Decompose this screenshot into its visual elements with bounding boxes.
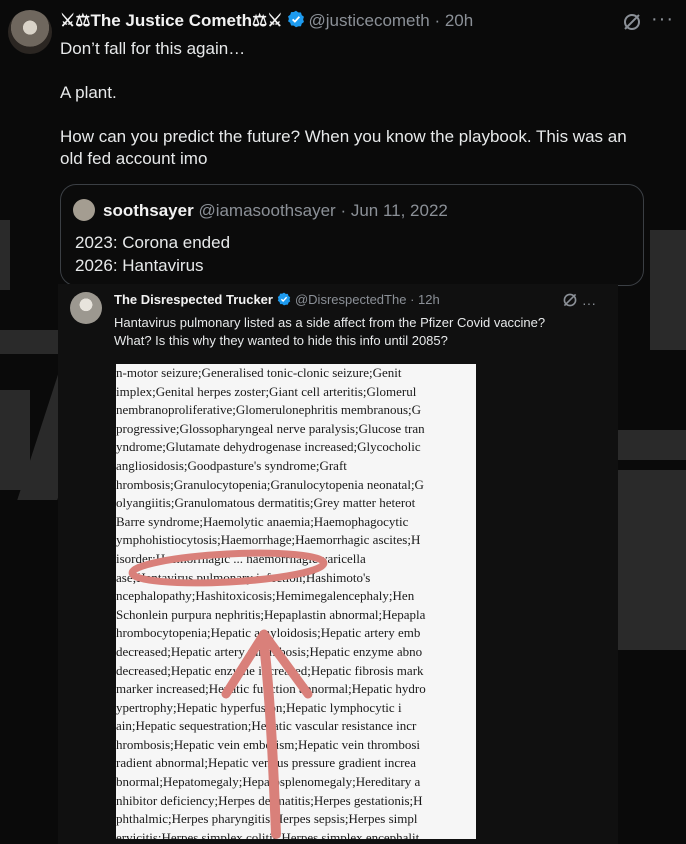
user-handle: @iamasoothsayer [198,201,336,220]
quoted-header: soothsayer @iamasoothsayer · Jun 11, 202… [103,201,448,221]
display-name: soothsayer [103,201,194,220]
document-line: ain;Hepatic sequestration;Hepatic vascul… [116,718,417,734]
user-handle[interactable]: @justicecometh [309,11,430,30]
more-icon[interactable]: ··· [651,8,674,31]
quoted-post[interactable]: soothsayer @iamasoothsayer · Jun 11, 202… [60,184,644,286]
grok-icon[interactable]: ··· [562,292,596,311]
document-line: isorder;Haemorrhagic ... haemorrhagic va… [116,550,366,566]
post-header: ⚔⚖The Justice Cometh⚖⚔ @justicecometh · 2… [60,10,473,33]
document-line: Schonlein purpura nephritis;Hepaplastin … [116,606,426,622]
document-line: radient abnormal;Hepatic venous pressure… [116,755,416,771]
document-line: hrombosis;Hepatic vein embolism;Hepatic … [116,736,421,752]
document-line: marker increased;Hepatic function abnorm… [116,681,426,697]
document-line: ase;Hantavirus pulmonary infection;Hashi… [116,569,371,585]
document-line: decreased;Hepatic artery thrombosis;Hepa… [116,643,423,659]
nested-text: Hantavirus pulmonary listed as a side af… [114,315,546,348]
post-time: · 12h [410,292,440,307]
document-line: olyangiitis;Granulomatous dermatitis;Gre… [116,495,416,511]
avatar[interactable] [8,10,52,54]
document-line: angliosidosis;Goodpasture's syndrome;Gra… [116,457,347,473]
display-name: The Disrespected Trucker [114,292,273,307]
grok-icon[interactable] [622,12,642,37]
document-line: nhibitor deficiency;Herpes dermatitis;He… [116,792,423,808]
quoted-text: 2023: Corona ended 2026: Hantavirus [75,233,231,275]
document-line: nembranoproliferative;Glomerulonephritis… [116,402,422,418]
document-line: decreased;Hepatic enzyme increased;Hepat… [116,662,424,678]
document-line: ervicitis;Herpes simplex colitis;Herpes … [116,829,420,839]
background-shape [0,330,60,354]
more-icon[interactable]: ··· [582,295,596,311]
document-line: hrombosis;Granulocytopenia;Granulocytope… [116,476,424,492]
background-shape [615,430,686,460]
document-line: Barre syndrome;Haemolytic anaemia;Haemop… [116,513,409,529]
post-date: · Jun 11, 2022 [340,201,448,220]
document-line: ymphohistiocytosis;Haemorrhage;Haemorrha… [116,532,421,548]
verified-badge-icon [277,292,291,309]
document-line: phthalmic;Herpes pharyngitis;Herpes seps… [116,811,418,827]
document-line: progressive;Glossopharyngeal nerve paral… [116,420,425,436]
avatar [70,292,102,324]
document-line: bnormal;Hepatomegaly;Hepatosplenomegaly;… [116,774,421,790]
document-line: hrombocytopenia;Hepatic amyloidosis;Hepa… [116,625,421,641]
document-line: yndrome;Glutamate dehydrogenase increase… [116,439,421,455]
document-line: n-motor seizure;Generalised tonic-clonic… [116,365,402,380]
verified-badge-icon [287,10,305,33]
background-shape [0,220,10,290]
document-image: n-motor seizure;Generalised tonic-clonic… [116,364,476,839]
post-time[interactable]: · 20h [434,11,473,30]
document-line: ypertrophy;Hepatic hyperfusion;Hepatic l… [116,699,402,715]
background-shape [650,230,686,350]
avatar [73,199,95,221]
user-handle: @DisrespectedThe [294,292,407,307]
post-text: Don’t fall for this again… A plant. How … [60,39,627,168]
document-line: ncephalopathy;Hashitoxicosis;Hemimegalen… [116,588,415,604]
nested-header: The Disrespected Trucker @DisrespectedThe… [114,292,440,309]
display-name[interactable]: ⚔⚖The Justice Cometh⚖⚔ [60,11,283,30]
document-line: implex;Genital herpes zoster;Giant cell … [116,383,417,399]
